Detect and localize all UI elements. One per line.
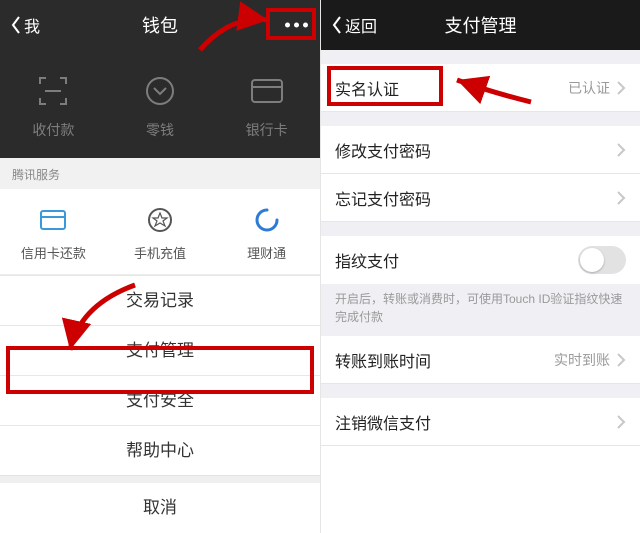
more-icon	[294, 23, 299, 28]
service-label: 手机充值	[107, 243, 214, 262]
left-screen: 我 钱包 收付款 零钱 银行卡 腾讯服务	[0, 0, 320, 533]
more-button[interactable]	[285, 23, 308, 28]
row-deregister[interactable]: 注销微信支付	[321, 398, 640, 446]
chevron-right-icon	[616, 142, 626, 158]
chevron-left-icon	[331, 15, 343, 35]
chevron-right-icon	[616, 190, 626, 206]
sheet-item-pay-manage[interactable]: 支付管理	[0, 325, 320, 375]
service-label: 理财通	[213, 243, 320, 262]
row-fingerprint[interactable]: 指纹支付	[321, 236, 640, 284]
chevron-left-icon	[10, 15, 22, 35]
nav-bar: 我 钱包	[0, 0, 320, 50]
section-header: 腾讯服务	[0, 158, 320, 189]
section-gap	[321, 50, 640, 64]
service-licaitong[interactable]: 理财通	[213, 189, 320, 274]
row-label: 注销微信支付	[335, 410, 616, 434]
action-label: 零钱	[107, 120, 214, 140]
back-button[interactable]: 返回	[331, 13, 377, 37]
service-topup[interactable]: 手机充值	[107, 189, 214, 274]
section-gap	[321, 384, 640, 398]
nav-bar: 返回 支付管理	[321, 0, 640, 50]
sheet-cancel[interactable]: 取消	[0, 483, 320, 533]
card-service-icon	[39, 209, 67, 231]
service-label: 信用卡还款	[0, 243, 107, 262]
nav-title: 钱包	[0, 12, 320, 38]
more-icon	[303, 23, 308, 28]
row-label: 指纹支付	[335, 248, 578, 272]
row-label: 实名认证	[335, 76, 568, 100]
star-icon	[147, 207, 173, 233]
sheet-item-transactions[interactable]: 交易记录	[0, 275, 320, 325]
chevron-right-icon	[616, 414, 626, 430]
fingerprint-switch[interactable]	[578, 246, 626, 274]
more-icon	[285, 23, 290, 28]
back-label: 我	[24, 13, 40, 37]
service-credit-repay[interactable]: 信用卡还款	[0, 189, 107, 274]
action-sheet: 交易记录 支付管理 支付安全 帮助中心 取消	[0, 275, 320, 533]
back-label: 返回	[345, 13, 377, 37]
section-gap	[321, 112, 640, 126]
spinner-icon	[254, 207, 280, 233]
row-real-name[interactable]: 实名认证 已认证	[321, 64, 640, 112]
row-forgot-password[interactable]: 忘记支付密码	[321, 174, 640, 222]
sheet-item-pay-security[interactable]: 支付安全	[0, 375, 320, 425]
action-change[interactable]: 零钱	[107, 50, 214, 158]
scan-icon	[35, 73, 71, 109]
row-transfer-arrival[interactable]: 转账到账时间 实时到账	[321, 336, 640, 384]
row-value: 实时到账	[554, 350, 610, 370]
sheet-item-help[interactable]: 帮助中心	[0, 425, 320, 475]
action-label: 银行卡	[213, 120, 320, 140]
fingerprint-hint: 开启后，转账或消费时，可使用Touch ID验证指纹快速完成付款	[321, 284, 640, 336]
chevron-right-icon	[616, 80, 626, 96]
row-change-password[interactable]: 修改支付密码	[321, 126, 640, 174]
chevron-right-icon	[616, 352, 626, 368]
card-icon	[249, 77, 285, 105]
action-label: 收付款	[0, 120, 107, 140]
back-button[interactable]: 我	[10, 13, 40, 37]
sheet-gap	[0, 475, 320, 483]
row-label: 转账到账时间	[335, 348, 554, 372]
coin-icon	[142, 73, 178, 109]
action-pay-receive[interactable]: 收付款	[0, 50, 107, 158]
row-label: 修改支付密码	[335, 138, 616, 162]
action-bank-card[interactable]: 银行卡	[213, 50, 320, 158]
wallet-top-actions: 收付款 零钱 银行卡	[0, 50, 320, 158]
row-label: 忘记支付密码	[335, 186, 616, 210]
right-screen: 返回 支付管理 实名认证 已认证 修改支付密码 忘记支付密码 指纹支付 开启后，…	[320, 0, 640, 533]
section-gap	[321, 222, 640, 236]
tencent-services: 信用卡还款 手机充值 理财通	[0, 189, 320, 275]
row-value: 已认证	[568, 78, 610, 98]
